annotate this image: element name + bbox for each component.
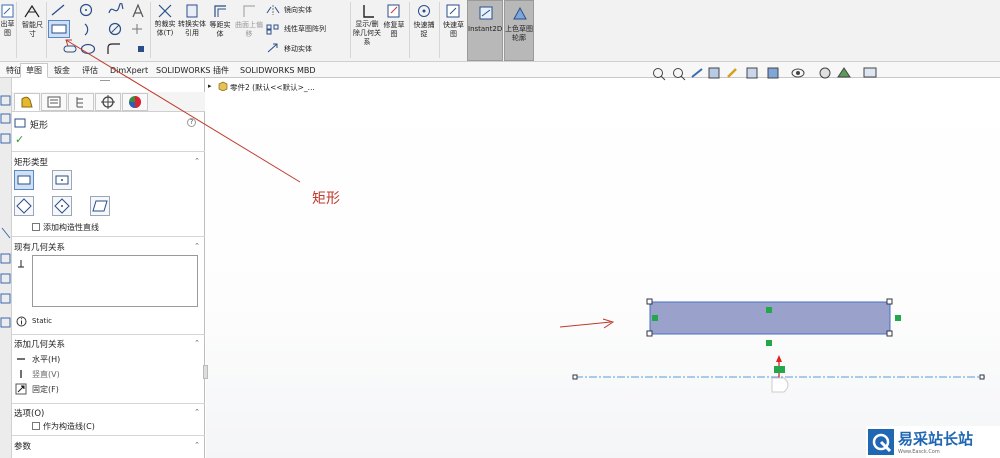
annotation-label: 矩形 [312,191,340,207]
watermark-text: 易采站长站 [898,430,974,448]
graphics-area[interactable]: ▸ 零件2 (默认<<默认>_... 矩形 易采站长站 Www.Easck.Co… [65,39,1000,458]
watermark-logo-icon [868,429,894,455]
solidworks-window: 出草图 智能尺寸 剪裁实体(T) 转换实体引用 等距实体 曲面上偏移 镜向实体 … [0,0,1000,458]
panel-splitter[interactable] [203,365,208,379]
watermark: 易采站长站 Www.Easck.Com [866,426,1000,458]
annotation-overlay [65,39,985,393]
watermark-sub: Www.Easck.Com [898,449,940,455]
